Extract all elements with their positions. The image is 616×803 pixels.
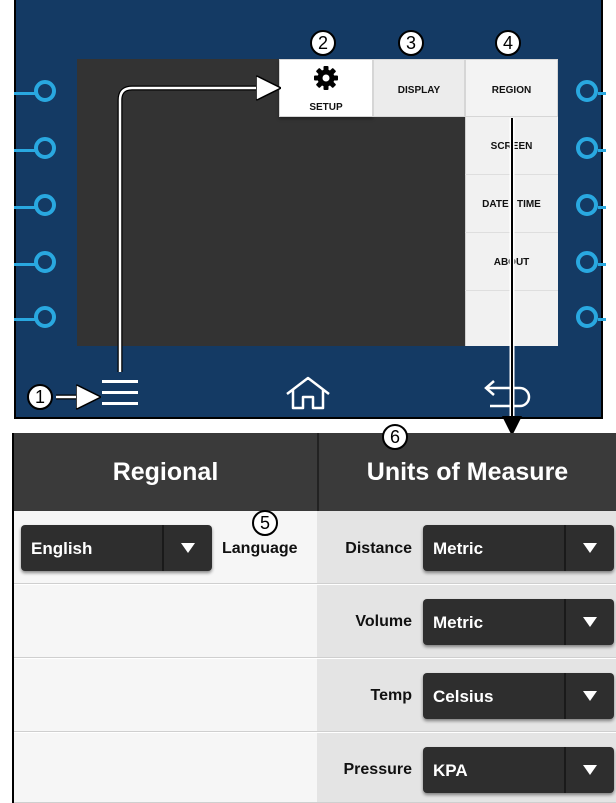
- volume-label: Volume: [355, 613, 412, 630]
- distance-label: Distance: [345, 540, 412, 557]
- chevron-down-icon: [583, 691, 597, 701]
- pressure-value: KPA: [433, 761, 468, 780]
- distance-value: Metric: [433, 539, 484, 558]
- callout-2: 2: [310, 30, 336, 56]
- callout-6: 6: [382, 424, 408, 450]
- callout-1: 1: [27, 384, 53, 410]
- language-label: Language: [222, 540, 298, 557]
- dropdown-separator: [162, 525, 164, 571]
- dropdown-separator: [564, 599, 566, 645]
- temp-value: Celsius: [433, 687, 494, 706]
- volume-value: Metric: [433, 613, 484, 632]
- annotation-arrows: [56, 0, 522, 436]
- dropdown-separator: [564, 525, 566, 571]
- regional-row-empty: [14, 659, 317, 732]
- pressure-dropdown[interactable]: KPA: [423, 747, 614, 793]
- pressure-label: Pressure: [343, 761, 413, 778]
- callout-4: 4: [495, 30, 521, 56]
- regional-row-empty: [14, 733, 317, 803]
- language-value: English: [31, 539, 93, 558]
- dropdown-separator: [564, 747, 566, 793]
- temp-dropdown[interactable]: Celsius: [423, 673, 614, 719]
- language-dropdown[interactable]: English: [21, 525, 212, 571]
- regional-header: Regional: [12, 433, 317, 511]
- callout-5: 5: [252, 510, 278, 536]
- callout-3: 3: [398, 30, 424, 56]
- dropdown-separator: [564, 673, 566, 719]
- regional-row-empty: [14, 585, 317, 658]
- chevron-down-icon: [583, 543, 597, 553]
- volume-dropdown[interactable]: Metric: [423, 599, 614, 645]
- temp-label: Temp: [370, 687, 412, 704]
- chevron-down-icon: [583, 617, 597, 627]
- chevron-down-icon: [583, 765, 597, 775]
- chevron-down-icon: [181, 543, 195, 553]
- distance-dropdown[interactable]: Metric: [423, 525, 614, 571]
- units-of-measure-header: Units of Measure: [317, 433, 616, 511]
